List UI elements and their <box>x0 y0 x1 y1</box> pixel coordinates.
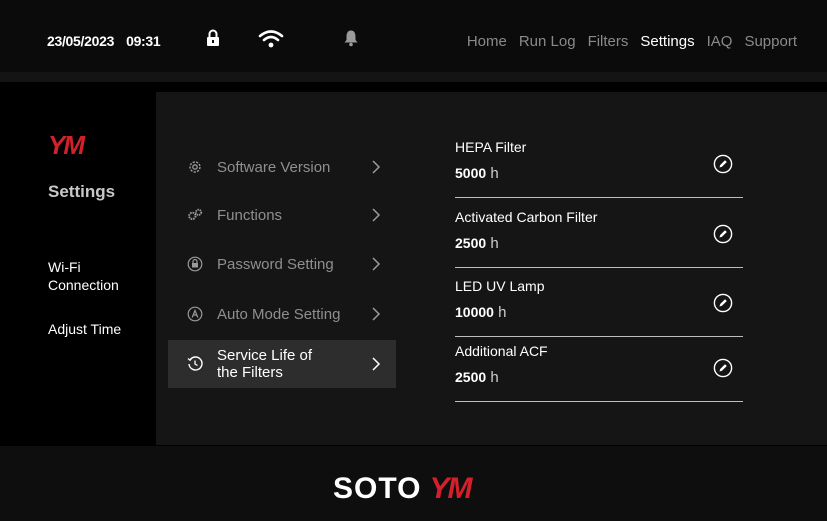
chevron-right-icon <box>372 307 381 321</box>
menu-label: Functions <box>217 206 283 224</box>
menu-item-password-setting[interactable]: Password Setting <box>168 240 396 288</box>
filter-value: 5000 h <box>455 165 499 182</box>
edit-pencil-icon[interactable] <box>713 358 733 378</box>
top-bar-divider <box>0 72 827 82</box>
gear-icon <box>187 159 203 175</box>
ym-logo: YM <box>48 130 85 160</box>
menu-item-software-version[interactable]: Software Version <box>168 143 396 191</box>
nav-filters[interactable]: Filters <box>588 33 629 50</box>
filter-hours: 2500 <box>455 369 487 385</box>
filter-row-led-uv-lamp: LED UV Lamp 10000 h <box>455 278 743 337</box>
chevron-right-icon <box>372 257 381 271</box>
date-time: 23/05/2023 09:31 <box>47 33 172 49</box>
menu-label: Software Version <box>217 158 331 176</box>
main-nav: Home Run Log Filters Settings IAQ Suppor… <box>467 33 797 50</box>
menu-label: Service Life of the Filters <box>217 347 313 381</box>
menu-item-service-life[interactable]: Service Life of the Filters <box>168 340 396 388</box>
filter-hours: 5000 <box>455 165 487 181</box>
filter-value: 2500 h <box>455 369 499 386</box>
date-text: 23/05/2023 <box>47 33 115 49</box>
wifi-icon <box>258 30 284 48</box>
page-title: Settings <box>48 182 116 201</box>
edit-pencil-icon[interactable] <box>713 224 733 244</box>
brand-logo: SOTO YM <box>333 472 472 506</box>
edit-pencil-icon[interactable] <box>713 154 733 174</box>
filter-hours: 10000 <box>455 304 494 320</box>
sidebar-item-adjust-time[interactable]: Adjust Time <box>48 320 148 338</box>
chevron-right-icon <box>372 357 381 371</box>
history-clock-icon <box>187 356 203 372</box>
nav-home[interactable]: Home <box>467 33 507 50</box>
top-bar: 23/05/2023 09:31 Home Run Log Filters Set… <box>0 0 827 82</box>
filter-row-activated-carbon: Activated Carbon Filter 2500 h <box>455 209 743 268</box>
menu-label: Auto Mode Setting <box>217 305 341 323</box>
brand-soto: SOTO <box>333 472 422 505</box>
filter-name: LED UV Lamp <box>455 278 545 294</box>
settings-panel: Software Version Functions Password Sett… <box>156 92 827 445</box>
filter-row-hepa: HEPA Filter 5000 h <box>455 139 743 198</box>
edit-pencil-icon[interactable] <box>713 293 733 313</box>
settings-sidebar: YM Settings Wi-Fi Connection Adjust Time <box>0 82 156 446</box>
footer: SOTO YM <box>0 446 827 521</box>
nav-settings[interactable]: Settings <box>640 33 694 50</box>
bell-icon[interactable] <box>343 29 359 47</box>
nav-support[interactable]: Support <box>744 33 797 50</box>
filter-name: Additional ACF <box>455 343 548 359</box>
nav-iaq[interactable]: IAQ <box>707 33 733 50</box>
chevron-right-icon <box>372 160 381 174</box>
filter-row-additional-acf: Additional ACF 2500 h <box>455 343 743 402</box>
auto-a-icon <box>187 306 203 322</box>
menu-label: Password Setting <box>217 255 334 273</box>
filter-unit: h <box>490 165 499 182</box>
filter-hours: 2500 <box>455 235 487 251</box>
filter-unit: h <box>490 235 499 252</box>
time-text: 09:31 <box>126 33 161 49</box>
gears-icon <box>187 207 203 223</box>
filter-name: Activated Carbon Filter <box>455 209 598 225</box>
filter-unit: h <box>498 304 507 321</box>
brand-ym: YM <box>429 472 472 505</box>
lock-icon <box>207 29 219 46</box>
lock-circle-icon <box>187 256 203 272</box>
sidebar-item-wifi-connection[interactable]: Wi-Fi Connection <box>48 258 148 294</box>
filter-name: HEPA Filter <box>455 139 527 155</box>
nav-run-log[interactable]: Run Log <box>519 33 576 50</box>
filter-value: 2500 h <box>455 235 499 252</box>
menu-item-auto-mode-setting[interactable]: Auto Mode Setting <box>168 290 396 338</box>
filter-value: 10000 h <box>455 304 506 321</box>
filter-unit: h <box>490 369 499 386</box>
menu-item-functions[interactable]: Functions <box>168 191 396 239</box>
chevron-right-icon <box>372 208 381 222</box>
